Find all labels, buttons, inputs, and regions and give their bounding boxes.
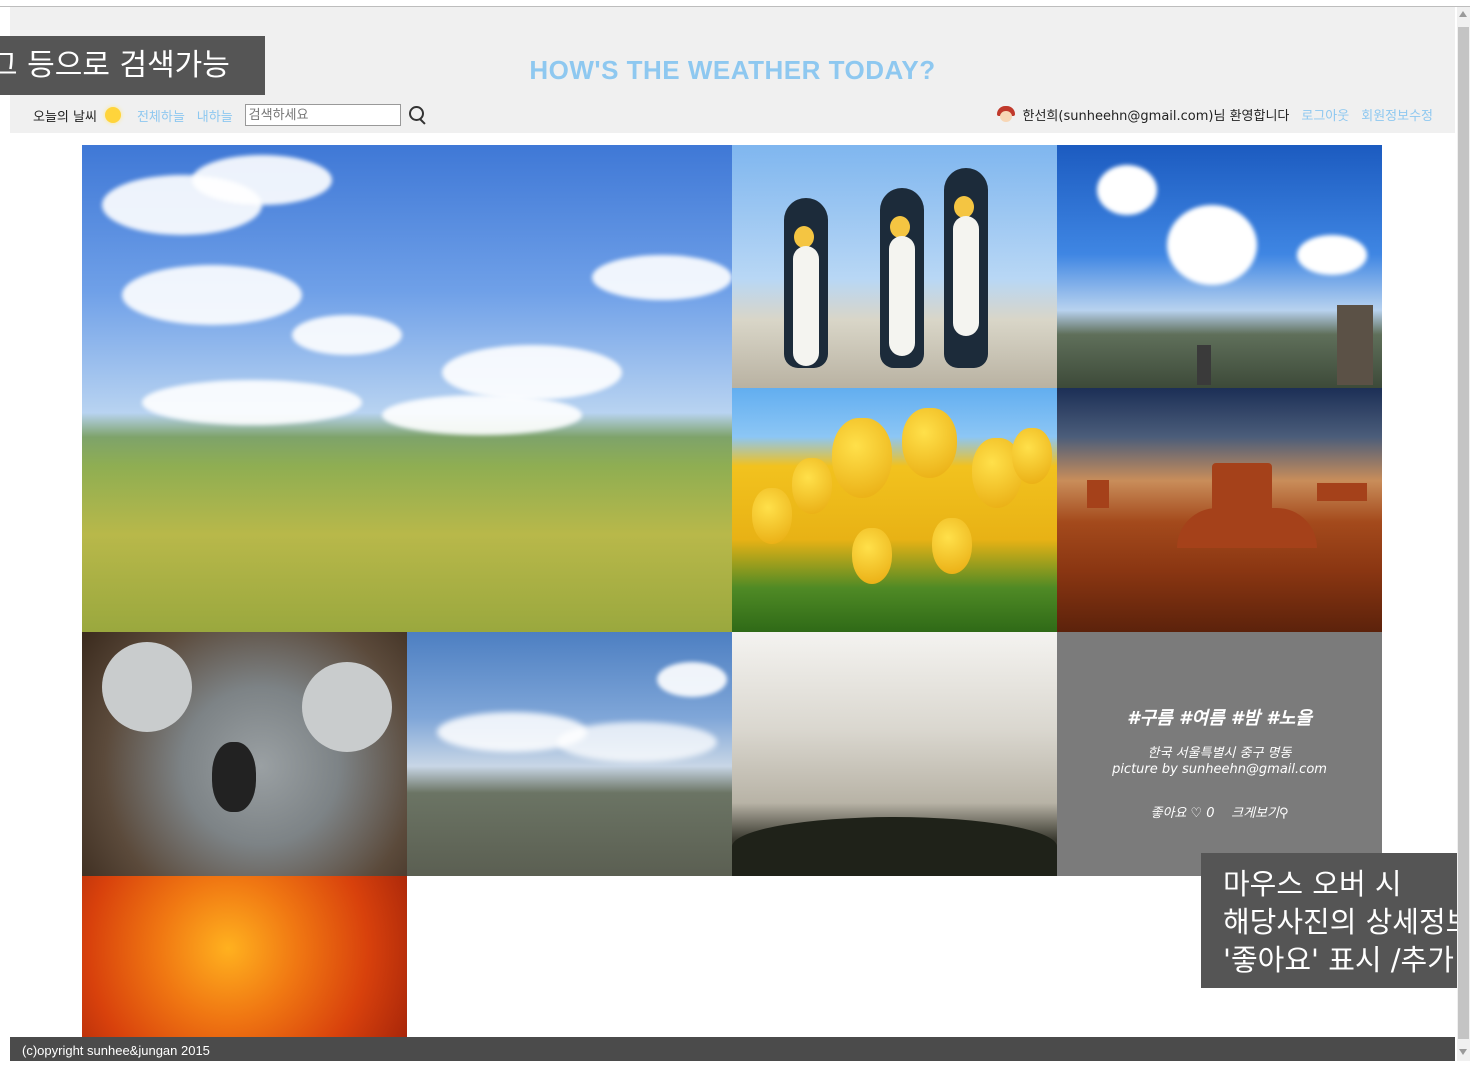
hover-card-tags[interactable]: #구름 #여름 #밤 #노을 — [1057, 704, 1382, 730]
welcome-text: 한선희(sunheehn@gmail.com)님 환영합니다 — [1022, 109, 1290, 124]
photo-hazy-city[interactable] — [732, 632, 1057, 876]
nav-my-sky-link[interactable]: 내하늘 — [197, 106, 233, 125]
photo-koala[interactable] — [82, 632, 407, 876]
hover-card[interactable]: #구름 #여름 #밤 #노을 한국 서울특별시 중구 명동 picture by… — [1057, 632, 1382, 876]
annotation-line-1: 마우스 오버 시 — [1223, 867, 1402, 901]
photo-city-sky[interactable] — [1057, 145, 1382, 388]
scroll-thumb[interactable] — [1458, 27, 1469, 1039]
annotation-callout-search: 그 등으로 검색가능 — [0, 36, 265, 95]
sun-icon — [104, 107, 121, 123]
hover-card-location: 한국 서울특별시 중구 명동 — [1147, 746, 1292, 761]
avatar-icon — [996, 105, 1015, 124]
photo-tulips[interactable] — [732, 388, 1057, 632]
copyright-text: (c)opyright sunhee&jungan 2015 — [22, 1043, 210, 1058]
photo-penguins[interactable] — [732, 145, 1057, 388]
annotation-text: 그 등으로 검색가능 — [0, 48, 230, 83]
search-input[interactable] — [244, 104, 401, 126]
scroll-up-icon[interactable] — [1459, 11, 1467, 17]
hover-card-credit: picture by sunheehn@gmail.com — [1112, 762, 1327, 777]
like-button[interactable]: 좋아요 ♡ 0 — [1151, 806, 1215, 821]
annotation-line-2: 해당사진의 상세정보 — [1223, 905, 1470, 939]
logout-link[interactable]: 로그아웃 — [1301, 105, 1349, 124]
zoom-icon[interactable]: ⚲ — [1279, 806, 1289, 821]
zoom-button[interactable]: 크게보기 — [1231, 806, 1279, 821]
today-weather-label: 오늘의 날씨 — [33, 109, 97, 125]
search-icon[interactable] — [407, 105, 427, 125]
photo-desert-mesa[interactable] — [1057, 388, 1382, 632]
photo-orange-flower[interactable] — [82, 876, 407, 1037]
photo-city-panorama[interactable] — [407, 632, 732, 876]
nav-right: 한선희(sunheehn@gmail.com)님 환영합니다 로그아웃 회원정보… — [996, 105, 1433, 124]
annotation-line-3: '좋아요' 표시 /추가 — [1223, 943, 1454, 977]
edit-profile-link[interactable]: 회원정보수정 — [1361, 105, 1433, 124]
scroll-down-icon[interactable] — [1459, 1049, 1467, 1055]
vertical-scrollbar[interactable] — [1457, 7, 1470, 1061]
annotation-callout-hover: 마우스 오버 시 해당사진의 상세정보 '좋아요' 표시 /추가 — [1201, 853, 1470, 988]
nav-left: 오늘의 날씨 전체하늘 내하늘 — [33, 104, 427, 126]
footer: (c)opyright sunhee&jungan 2015 — [10, 1037, 1455, 1061]
nav-all-sky-link[interactable]: 전체하늘 — [137, 106, 185, 125]
photo-field-sky[interactable] — [82, 145, 732, 632]
hover-card-actions: 좋아요 ♡ 0 크게보기⚲ — [1057, 802, 1382, 821]
